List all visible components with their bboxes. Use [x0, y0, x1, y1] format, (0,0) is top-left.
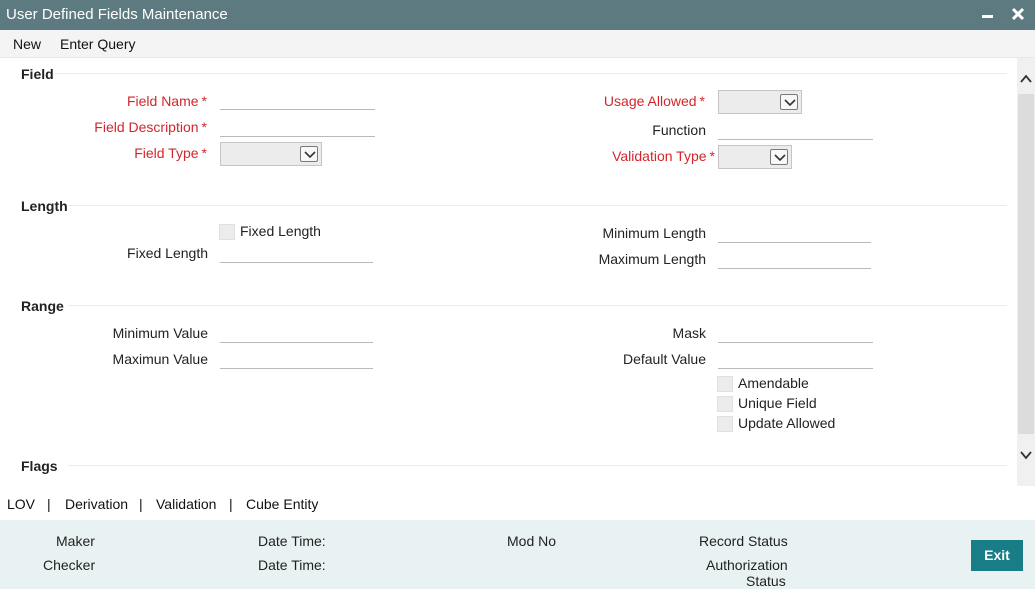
update-allowed-checkbox[interactable] — [717, 416, 733, 432]
minimum-length-label: Minimum Length — [602, 225, 707, 241]
scroll-down-icon[interactable] — [1019, 448, 1033, 462]
enter-query-menu-item[interactable]: Enter Query — [60, 36, 135, 52]
default-value-input[interactable] — [718, 347, 873, 369]
field-description-label: Field Description * — [94, 119, 207, 135]
field-type-select[interactable] — [220, 142, 322, 166]
field-description-input[interactable] — [220, 115, 375, 137]
maximum-value-input[interactable] — [220, 347, 373, 369]
function-input[interactable] — [718, 118, 873, 140]
fixed-length-checkbox[interactable] — [219, 224, 235, 240]
record-status-label: Record Status — [699, 533, 788, 549]
mask-input[interactable] — [718, 321, 873, 343]
vertical-scrollbar[interactable] — [1017, 58, 1035, 486]
section-title-length: Length — [21, 198, 68, 214]
checker-label: Checker — [43, 557, 96, 573]
fixed-length-checkbox-label: Fixed Length — [240, 223, 321, 239]
tab-derivation[interactable]: Derivation — [65, 496, 128, 512]
title-bar: User Defined Fields Maintenance — [0, 0, 1035, 30]
section-divider — [68, 205, 1007, 206]
section-title-field: Field — [21, 66, 54, 82]
date-time-label: Date Time: — [258, 533, 326, 549]
usage-allowed-label: Usage Allowed * — [603, 93, 705, 109]
field-name-label: Field Name * — [126, 93, 207, 109]
validation-type-label: Validation Type * — [612, 148, 715, 164]
new-menu-item[interactable]: New — [13, 36, 41, 52]
tab-cube-entity[interactable]: Cube Entity — [246, 496, 318, 512]
section-divider — [68, 465, 1007, 466]
subtabs-bar: LOV | Derivation | Validation | Cube Ent… — [0, 486, 1035, 520]
audit-footer: Maker Checker Date Time: Date Time: Mod … — [0, 520, 1035, 589]
maximum-value-label: Maximun Value — [112, 351, 208, 367]
exit-button[interactable]: Exit — [971, 540, 1023, 571]
mod-no-label: Mod No — [507, 533, 557, 549]
field-type-label: Field Type * — [134, 145, 207, 161]
unique-field-label: Unique Field — [738, 395, 817, 411]
chevron-down-icon[interactable] — [300, 146, 318, 162]
amendable-checkbox[interactable] — [717, 376, 733, 392]
validation-type-select[interactable] — [718, 145, 792, 169]
chevron-down-icon[interactable] — [770, 149, 788, 165]
section-title-range: Range — [21, 298, 64, 314]
form-content: Field Field Name * Field Description * Fie… — [0, 58, 1017, 486]
update-allowed-label: Update Allowed — [738, 415, 836, 431]
unique-field-checkbox[interactable] — [717, 396, 733, 412]
section-divider — [68, 305, 1007, 306]
maximum-length-label: Maximum Length — [598, 251, 706, 267]
default-value-label: Default Value — [622, 351, 706, 367]
close-icon[interactable] — [1008, 3, 1028, 27]
amendable-label: Amendable — [738, 375, 809, 391]
fixed-length-label: Fixed Length — [127, 245, 208, 261]
tab-separator: | — [139, 496, 143, 512]
maker-label: Maker — [56, 533, 95, 549]
chevron-down-icon[interactable] — [780, 94, 798, 110]
tab-lov[interactable]: LOV — [7, 496, 35, 512]
usage-allowed-select[interactable] — [718, 90, 802, 114]
section-title-flags: Flags — [21, 458, 58, 474]
scroll-up-icon[interactable] — [1019, 72, 1033, 86]
section-divider — [55, 73, 1007, 74]
menu-bar: New Enter Query — [0, 30, 1035, 58]
authorization-status-label-line2: Status — [746, 573, 786, 589]
authorization-status-label-line1: Authorization — [706, 557, 788, 573]
window-title: User Defined Fields Maintenance — [6, 6, 228, 23]
tab-separator: | — [47, 496, 51, 512]
minimize-icon[interactable] — [978, 3, 998, 27]
tab-validation[interactable]: Validation — [156, 496, 216, 512]
scrollbar-thumb[interactable] — [1018, 94, 1034, 434]
date-time-label: Date Time: — [258, 557, 326, 573]
minimum-length-input[interactable] — [718, 221, 871, 243]
field-name-input[interactable] — [220, 88, 375, 110]
minimum-value-input[interactable] — [220, 321, 373, 343]
minimum-value-label: Minimum Value — [112, 325, 208, 341]
mask-label: Mask — [672, 325, 706, 341]
fixed-length-input[interactable] — [220, 241, 373, 263]
function-label: Function — [652, 122, 706, 138]
tab-separator: | — [229, 496, 233, 512]
maximum-length-input[interactable] — [718, 247, 871, 269]
